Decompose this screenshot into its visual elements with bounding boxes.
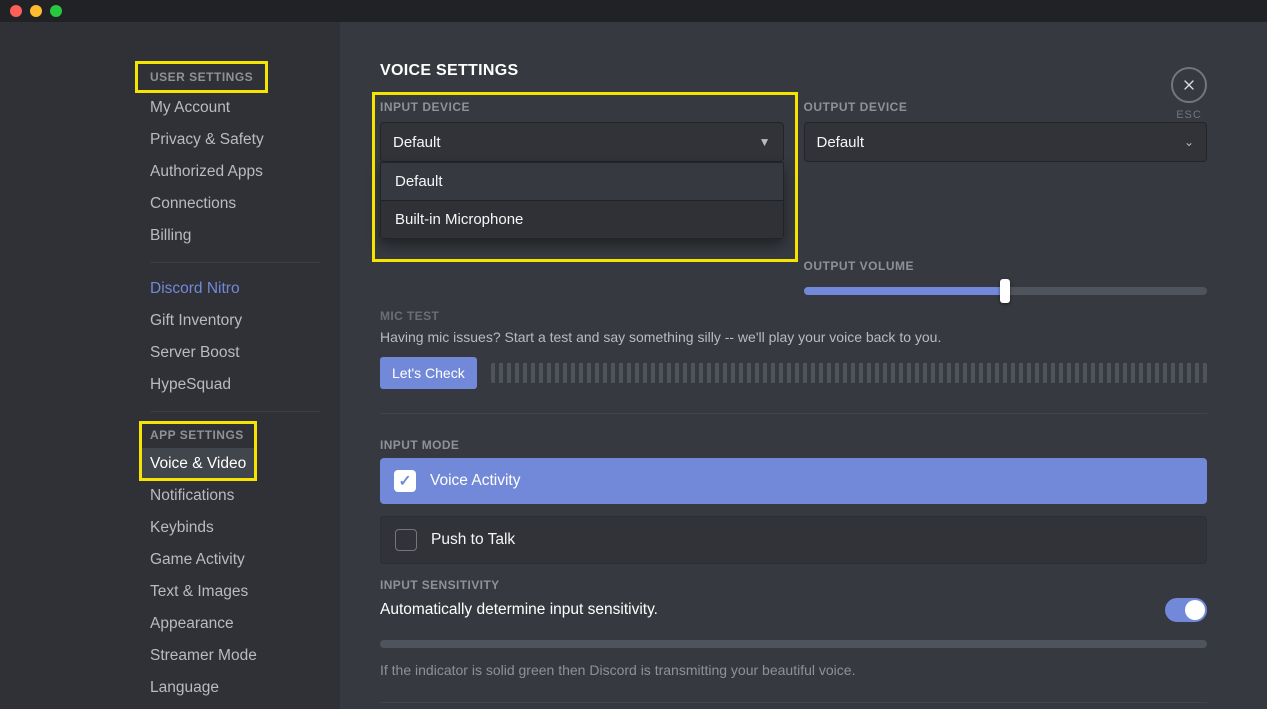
input-mode-voice-activity[interactable]: ✓ Voice Activity — [380, 458, 1207, 504]
sidebar-item-authorized-apps[interactable]: Authorized Apps — [140, 156, 330, 188]
sidebar-item-notifications[interactable]: Notifications — [140, 480, 330, 512]
input-device-option-builtin-mic[interactable]: Built-in Microphone — [381, 200, 783, 238]
app-settings-heading-highlight: APP SETTINGS Voice & Video — [140, 422, 256, 480]
sidebar-item-my-account[interactable]: My Account — [140, 92, 330, 124]
close-icon — [1181, 77, 1197, 93]
sidebar-divider — [150, 262, 320, 263]
section-divider — [380, 413, 1207, 414]
sidebar-item-discord-nitro[interactable]: Discord Nitro — [140, 273, 330, 305]
page-title: VOICE SETTINGS — [380, 62, 1207, 80]
sidebar-item-hypesquad[interactable]: HypeSquad — [140, 369, 330, 401]
output-volume-label: OUTPUT VOLUME — [804, 259, 1208, 273]
output-device-label: OUTPUT DEVICE — [804, 100, 1208, 114]
input-sensitivity-label: INPUT SENSITIVITY — [380, 578, 1207, 592]
mic-test-label: MIC TEST — [380, 309, 1207, 323]
sidebar-item-keybinds[interactable]: Keybinds — [140, 512, 330, 544]
sidebar-item-appearance[interactable]: Appearance — [140, 608, 330, 640]
sidebar-item-voice-video[interactable]: Voice & Video — [140, 448, 256, 480]
auto-sensitivity-toggle[interactable] — [1165, 598, 1207, 622]
window-maximize-dot[interactable] — [50, 5, 62, 17]
user-settings-heading-highlight: USER SETTINGS — [136, 62, 267, 92]
input-mode-push-to-talk[interactable]: Push to Talk — [380, 516, 1207, 564]
sidebar-item-streamer-mode[interactable]: Streamer Mode — [140, 640, 330, 672]
input-device-option-default[interactable]: Default — [381, 163, 783, 200]
window-minimize-dot[interactable] — [30, 5, 42, 17]
sensitivity-fine-print: If the indicator is solid green then Dis… — [380, 662, 1207, 678]
settings-main-panel: ESC VOICE SETTINGS INPUT DEVICE Default … — [340, 22, 1267, 709]
sidebar-divider — [150, 411, 320, 412]
output-device-block: OUTPUT DEVICE Default ⌄ — [804, 100, 1208, 239]
app-settings-heading: APP SETTINGS — [140, 422, 256, 448]
window-close-dot[interactable] — [10, 5, 22, 17]
input-device-dropdown: Default Built-in Microphone — [380, 162, 784, 239]
push-to-talk-label: Push to Talk — [431, 531, 515, 549]
user-settings-heading: USER SETTINGS — [140, 64, 263, 90]
sidebar-item-connections[interactable]: Connections — [140, 188, 330, 220]
input-device-block: INPUT DEVICE Default ▼ Default Built-in … — [380, 100, 784, 239]
sidebar-item-privacy-safety[interactable]: Privacy & Safety — [140, 124, 330, 156]
settings-sidebar: USER SETTINGS My Account Privacy & Safet… — [0, 22, 340, 709]
input-mode-label: INPUT MODE — [380, 438, 1207, 452]
output-device-select[interactable]: Default ⌄ — [804, 122, 1208, 162]
checkbox-unchecked-icon — [395, 529, 417, 551]
input-device-value: Default — [393, 134, 441, 151]
chevron-down-icon: ⌄ — [1184, 135, 1194, 149]
output-device-value: Default — [817, 134, 865, 151]
sidebar-item-billing[interactable]: Billing — [140, 220, 330, 252]
mic-test-help: Having mic issues? Start a test and say … — [380, 329, 1207, 345]
auto-sensitivity-label: Automatically determine input sensitivit… — [380, 601, 658, 619]
voice-activity-label: Voice Activity — [430, 472, 520, 490]
sidebar-item-language[interactable]: Language — [140, 672, 330, 704]
input-device-select[interactable]: Default ▼ — [380, 122, 784, 162]
output-volume-block: OUTPUT VOLUME — [804, 259, 1208, 295]
mic-test-button[interactable]: Let's Check — [380, 357, 477, 389]
sidebar-item-text-images[interactable]: Text & Images — [140, 576, 330, 608]
chevron-down-icon: ▼ — [759, 135, 771, 149]
mic-test-meter — [491, 363, 1207, 383]
sensitivity-indicator-bar — [380, 640, 1207, 648]
macos-titlebar — [0, 0, 1267, 22]
output-volume-slider[interactable] — [804, 287, 1208, 295]
sidebar-item-server-boost[interactable]: Server Boost — [140, 337, 330, 369]
checkbox-checked-icon: ✓ — [394, 470, 416, 492]
sidebar-item-gift-inventory[interactable]: Gift Inventory — [140, 305, 330, 337]
input-device-label: INPUT DEVICE — [380, 100, 784, 114]
sidebar-item-game-activity[interactable]: Game Activity — [140, 544, 330, 576]
section-divider — [380, 702, 1207, 703]
